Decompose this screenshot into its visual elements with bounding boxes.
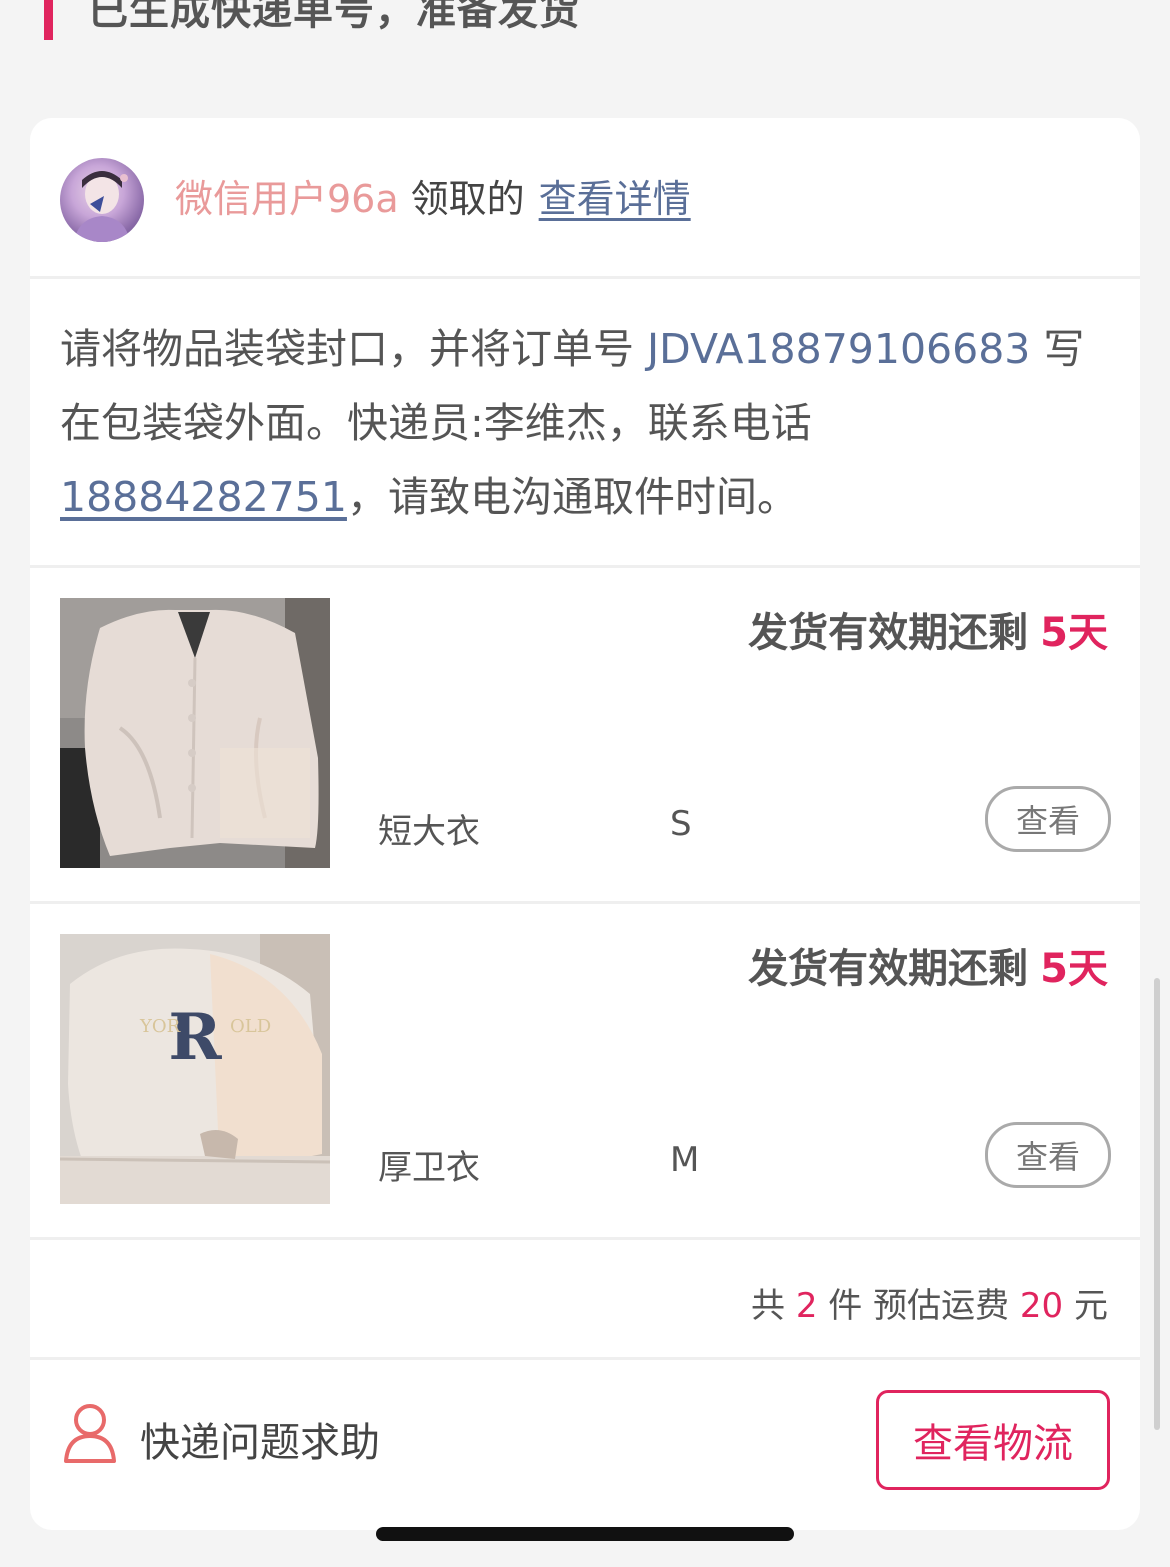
- claim-label: 领取的: [410, 177, 525, 221]
- shipping-deadline: 发货有效期还剩 5天: [748, 936, 1108, 994]
- item-count: 2: [795, 1286, 818, 1326]
- status-title: 已生成快递单号，准备发货: [88, 0, 580, 34]
- claim-row: 微信用户96a 领取的 查看详情: [30, 118, 1140, 278]
- short-coat-photo-icon: [60, 598, 330, 868]
- deadline-label: 发货有效期还剩: [748, 610, 1029, 656]
- divider: [30, 1357, 1140, 1360]
- order-item: R YOR OLD 发货有效期还剩 5天 厚卫衣 M 查看: [30, 904, 1140, 1238]
- accent-bar: [44, 0, 53, 40]
- summary-unit: 元: [1074, 1286, 1108, 1326]
- view-details-link[interactable]: 查看详情: [539, 177, 691, 221]
- person-icon[interactable]: [62, 1402, 118, 1464]
- shipping-notice: 请将物品装袋封口，并将订单号 JDVA18879106683 写在包装袋外面。快…: [60, 312, 1110, 534]
- estimated-fee: 20: [1019, 1286, 1064, 1326]
- user-avatar[interactable]: [60, 158, 144, 242]
- home-indicator[interactable]: [376, 1527, 794, 1541]
- shipping-deadline: 发货有效期还剩 5天: [748, 600, 1108, 658]
- courier-help-link[interactable]: 快递问题求助: [140, 1410, 380, 1468]
- item-size: S: [670, 804, 692, 844]
- svg-text:YOR: YOR: [139, 1016, 181, 1037]
- svg-text:R: R: [168, 1000, 222, 1075]
- item-photo[interactable]: [60, 598, 330, 868]
- claim-text: 微信用户96a 领取的 查看详情: [175, 174, 691, 224]
- view-item-button[interactable]: 查看: [985, 1122, 1111, 1188]
- deadline-label: 发货有效期还剩: [748, 946, 1029, 992]
- status-header: 已生成快递单号，准备发货: [0, 0, 1170, 60]
- item-photo[interactable]: R YOR OLD: [60, 934, 330, 1204]
- avatar-portrait-icon: [74, 171, 130, 242]
- deadline-days: 5天: [1040, 610, 1108, 656]
- item-size: M: [670, 1140, 700, 1180]
- claim-username[interactable]: 微信用户96a: [175, 177, 399, 221]
- item-name: 短大衣: [378, 812, 480, 852]
- deadline-days: 5天: [1040, 946, 1108, 992]
- divider: [30, 276, 1140, 279]
- sweatshirt-photo-icon: R YOR OLD: [60, 934, 330, 1204]
- footer-row: 快递问题求助 查看物流: [30, 1362, 1140, 1530]
- order-card: 微信用户96a 领取的 查看详情 请将物品装袋封口，并将订单号 JDVA188791…: [30, 118, 1140, 1530]
- svg-text:OLD: OLD: [230, 1016, 271, 1037]
- view-item-button[interactable]: 查看: [985, 786, 1111, 852]
- order-item: 发货有效期还剩 5天 短大衣 S 查看: [30, 568, 1140, 902]
- view-logistics-button[interactable]: 查看物流: [876, 1390, 1110, 1490]
- courier-phone-link[interactable]: 18884282751: [60, 473, 347, 521]
- order-number: JDVA18879106683: [647, 325, 1031, 373]
- notice-suffix: ，请致电沟通取件时间。: [346, 473, 798, 521]
- notice-prefix: 请将物品装袋封口，并将订单号: [60, 325, 648, 373]
- item-name: 厚卫衣: [378, 1148, 480, 1188]
- summary-prefix: 共: [751, 1286, 786, 1326]
- divider: [30, 1237, 1140, 1240]
- summary-mid: 件 预估运费: [828, 1286, 1010, 1326]
- scrollbar[interactable]: [1154, 978, 1160, 1430]
- order-summary: 共 2 件 预估运费 20 元: [751, 1278, 1108, 1327]
